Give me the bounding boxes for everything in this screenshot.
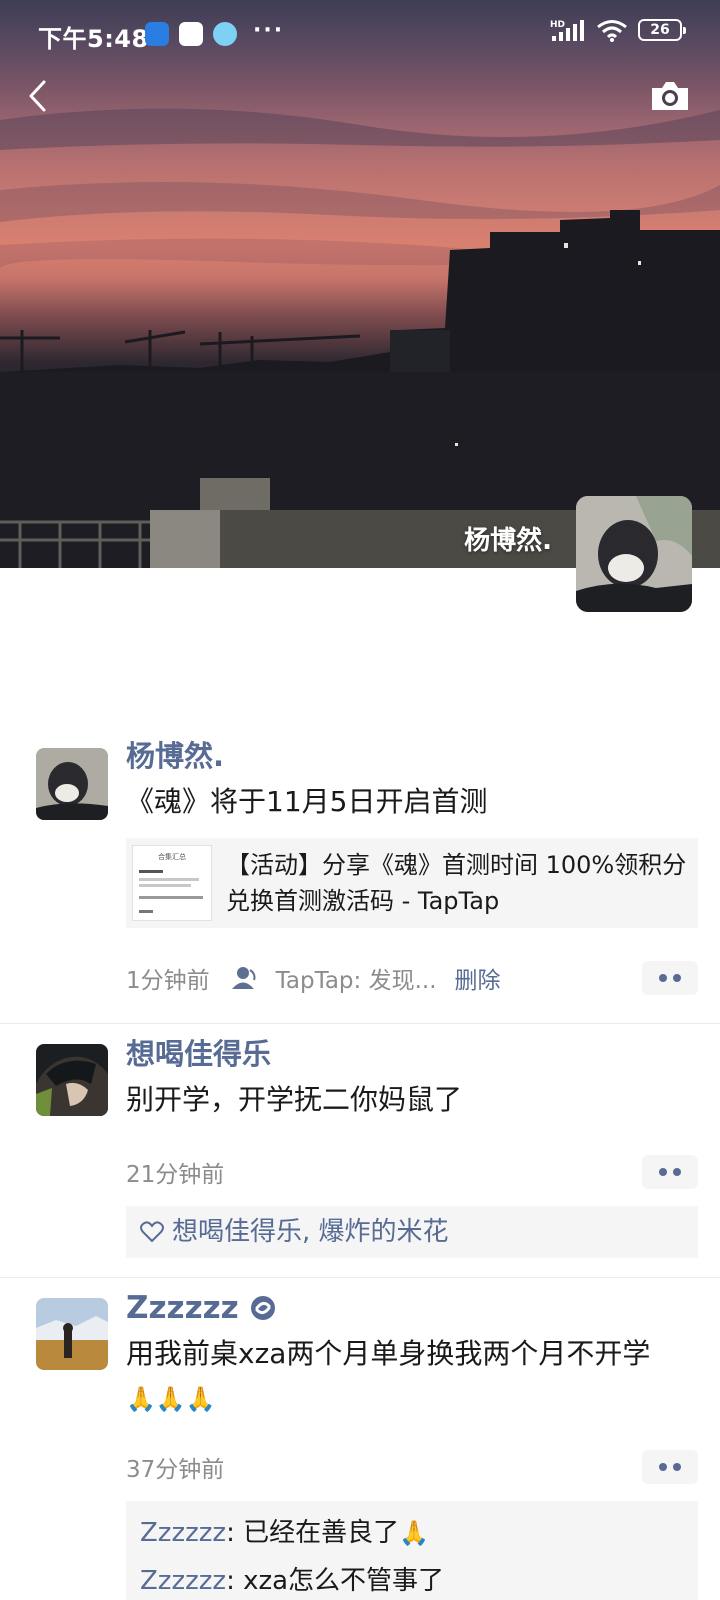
person-icon — [231, 967, 256, 989]
post-author-name[interactable]: Zzzzzz — [126, 1288, 698, 1328]
post-meta: 1分钟前 TapTap: 发现... 删除 — [126, 958, 698, 998]
browser-notification-icon — [213, 22, 237, 46]
battery-icon: 26 — [638, 19, 686, 41]
moments-feed: 杨博然. 《魂》将于11月5日开启首测 合集汇总 【活动】分享《魂》首测时间 1… — [0, 730, 720, 1600]
back-button[interactable] — [18, 72, 58, 120]
link-title: 【活动】分享《魂》首测时间 100%领积分兑换首测激活码 - TapTap — [226, 851, 687, 915]
svg-text:HD: HD — [550, 20, 565, 30]
status-notification-icons: ··· — [145, 18, 284, 46]
post-author-avatar[interactable] — [36, 1298, 108, 1370]
post-author-avatar[interactable] — [36, 1044, 108, 1116]
battery-level: 26 — [650, 22, 670, 38]
wifi-icon — [597, 20, 627, 42]
status-time: 下午5:48 — [38, 25, 149, 53]
post-meta: 21分钟前 — [126, 1152, 698, 1192]
cover-user-name: 杨博然. — [464, 526, 552, 556]
cover-photo — [0, 108, 720, 568]
post-time: 37分钟前 — [126, 1457, 225, 1483]
chevron-left-icon — [29, 80, 46, 112]
pray-emoji-icon: 🙏🙏🙏 — [126, 1385, 216, 1413]
dot-icon — [673, 1463, 681, 1471]
comments-box: Zzzzzz: 已经在善良了🙏 Zzzzzz: xza怎么不管事了 — [126, 1501, 698, 1600]
post-text: 别开学，开学抚二你妈鼠了 — [126, 1083, 463, 1116]
app-notification-icon — [145, 22, 169, 46]
status-indicators: HD 26 — [550, 18, 686, 42]
signal-icon: HD — [550, 20, 584, 41]
message-notification-icon — [179, 22, 203, 46]
more-actions-button[interactable] — [642, 961, 698, 995]
more-actions-button[interactable] — [642, 1450, 698, 1484]
dot-icon — [659, 1168, 667, 1176]
cover-image[interactable]: 下午5:48 ··· HD 26 杨博然. — [0, 0, 720, 568]
post-text: 《魂》将于11月5日开启首测 — [126, 785, 488, 818]
avatar-image — [576, 496, 692, 612]
badge-icon — [250, 1296, 275, 1320]
author-name-text: 想喝佳得乐 — [126, 1037, 272, 1071]
avatar-image — [36, 1044, 108, 1116]
more-actions-button[interactable] — [642, 1155, 698, 1189]
comment-item[interactable]: Zzzzzz: 已经在善良了🙏 — [140, 1509, 684, 1557]
author-name-text: Zzzzzz — [126, 1290, 239, 1326]
post-author-avatar[interactable] — [36, 748, 108, 820]
dot-icon — [673, 1168, 681, 1176]
avatar-image — [36, 748, 108, 820]
comment-separator: : — [226, 1518, 244, 1548]
comment-text: 已经在善良了 — [243, 1518, 400, 1548]
heart-icon — [140, 1221, 164, 1243]
pray-emoji-icon: 🙏 — [399, 1519, 429, 1547]
post-time: 1分钟前 — [126, 968, 210, 994]
comment-text: xza怎么不管事了 — [243, 1566, 445, 1596]
post-author-name[interactable]: 杨博然. — [126, 736, 698, 776]
dot-icon — [659, 974, 667, 982]
profile-avatar[interactable] — [576, 496, 692, 612]
author-name-text: 杨博然. — [126, 739, 225, 773]
likes-names[interactable]: 想喝佳得乐, 爆炸的米花 — [172, 1214, 449, 1250]
post-item: 想喝佳得乐 别开学，开学抚二你妈鼠了 21分钟前 想喝佳得乐, 爆炸的米花 — [0, 1024, 720, 1278]
link-thumb-title: 合集汇总 — [158, 853, 186, 861]
post-text-body: 用我前桌xza两个月单身换我两个月不开学 — [126, 1337, 651, 1370]
post-author-name[interactable]: 想喝佳得乐 — [126, 1034, 698, 1074]
avatar-image — [36, 1298, 108, 1370]
camera-icon — [652, 82, 688, 110]
post-item: Zzzzzz 用我前桌xza两个月单身换我两个月不开学 🙏🙏🙏 37分钟前 Zz… — [0, 1278, 720, 1600]
link-thumbnail: 合集汇总 — [132, 845, 212, 921]
comment-item[interactable]: Zzzzzz: xza怎么不管事了 — [140, 1557, 684, 1600]
comment-separator: : — [226, 1566, 244, 1596]
post-source[interactable]: TapTap: 发现... — [276, 961, 437, 995]
status-bar: 下午5:48 ··· HD 26 — [0, 0, 720, 66]
camera-button[interactable] — [648, 76, 692, 116]
more-notifications-icon: ··· — [253, 17, 285, 43]
dot-icon — [673, 974, 681, 982]
post-time: 21分钟前 — [126, 1162, 225, 1188]
dot-icon — [659, 1463, 667, 1471]
likes-box: 想喝佳得乐, 爆炸的米花 — [126, 1206, 698, 1258]
shared-link-card[interactable]: 合集汇总 【活动】分享《魂》首测时间 100%领积分兑换首测激活码 - TapT… — [126, 838, 698, 928]
comment-author[interactable]: Zzzzzz — [140, 1566, 226, 1596]
comment-author[interactable]: Zzzzzz — [140, 1518, 226, 1548]
post-meta: 37分钟前 — [126, 1447, 698, 1487]
post-text: 用我前桌xza两个月单身换我两个月不开学 🙏🙏🙏 — [126, 1332, 698, 1421]
delete-button[interactable]: 删除 — [455, 961, 501, 995]
post-item: 杨博然. 《魂》将于11月5日开启首测 合集汇总 【活动】分享《魂》首测时间 1… — [0, 730, 720, 1024]
